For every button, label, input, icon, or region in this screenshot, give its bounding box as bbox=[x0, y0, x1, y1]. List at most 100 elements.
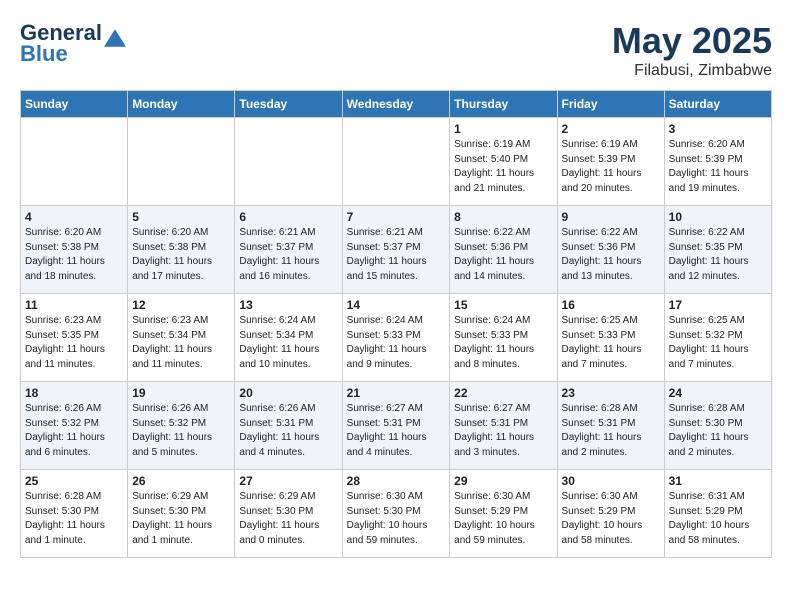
calendar-cell: 25 Sunrise: 6:28 AM Sunset: 5:30 PM Dayli… bbox=[21, 470, 128, 558]
day-number: 1 bbox=[454, 122, 552, 136]
day-number: 17 bbox=[669, 298, 767, 312]
calendar-cell: 6 Sunrise: 6:21 AM Sunset: 5:37 PM Daylig… bbox=[235, 206, 342, 294]
day-info: Sunrise: 6:26 AM Sunset: 5:32 PM Dayligh… bbox=[25, 402, 123, 460]
day-info: Sunrise: 6:24 AM Sunset: 5:33 PM Dayligh… bbox=[454, 314, 552, 372]
calendar-cell: 3 Sunrise: 6:20 AM Sunset: 5:39 PM Daylig… bbox=[664, 118, 771, 206]
day-info: Sunrise: 6:22 AM Sunset: 5:36 PM Dayligh… bbox=[562, 226, 660, 284]
calendar-cell: 1 Sunrise: 6:19 AM Sunset: 5:40 PM Daylig… bbox=[450, 118, 557, 206]
day-number: 10 bbox=[669, 210, 767, 224]
calendar-cell: 30 Sunrise: 6:30 AM Sunset: 5:29 PM Dayli… bbox=[557, 470, 664, 558]
day-info: Sunrise: 6:31 AM Sunset: 5:29 PM Dayligh… bbox=[669, 490, 767, 548]
day-info: Sunrise: 6:27 AM Sunset: 5:31 PM Dayligh… bbox=[454, 402, 552, 460]
day-info: Sunrise: 6:22 AM Sunset: 5:35 PM Dayligh… bbox=[669, 226, 767, 284]
day-info: Sunrise: 6:24 AM Sunset: 5:33 PM Dayligh… bbox=[347, 314, 446, 372]
weekday-header: Sunday bbox=[21, 91, 128, 118]
day-number: 30 bbox=[562, 474, 660, 488]
day-info: Sunrise: 6:26 AM Sunset: 5:32 PM Dayligh… bbox=[132, 402, 230, 460]
day-info: Sunrise: 6:29 AM Sunset: 5:30 PM Dayligh… bbox=[239, 490, 337, 548]
day-number: 5 bbox=[132, 210, 230, 224]
day-number: 2 bbox=[562, 122, 660, 136]
calendar-cell: 15 Sunrise: 6:24 AM Sunset: 5:33 PM Dayli… bbox=[450, 294, 557, 382]
day-info: Sunrise: 6:21 AM Sunset: 5:37 PM Dayligh… bbox=[239, 226, 337, 284]
weekday-header: Saturday bbox=[664, 91, 771, 118]
calendar-cell: 27 Sunrise: 6:29 AM Sunset: 5:30 PM Dayli… bbox=[235, 470, 342, 558]
calendar-cell: 28 Sunrise: 6:30 AM Sunset: 5:30 PM Dayli… bbox=[342, 470, 450, 558]
logo: General Blue bbox=[20, 20, 116, 67]
day-number: 26 bbox=[132, 474, 230, 488]
day-info: Sunrise: 6:29 AM Sunset: 5:30 PM Dayligh… bbox=[132, 490, 230, 548]
page-header: General Blue May 2025 Filabusi, Zimbabwe bbox=[20, 20, 772, 80]
day-info: Sunrise: 6:27 AM Sunset: 5:31 PM Dayligh… bbox=[347, 402, 446, 460]
calendar-cell: 9 Sunrise: 6:22 AM Sunset: 5:36 PM Daylig… bbox=[557, 206, 664, 294]
location: Filabusi, Zimbabwe bbox=[612, 62, 772, 80]
calendar-cell: 5Sunrise: 6:20 AM Sunset: 5:38 PM Daylig… bbox=[128, 206, 235, 294]
day-number: 23 bbox=[562, 386, 660, 400]
day-number: 12 bbox=[132, 298, 230, 312]
day-number: 21 bbox=[347, 386, 446, 400]
calendar-cell: 17Sunrise: 6:25 AM Sunset: 5:32 PM Dayli… bbox=[664, 294, 771, 382]
calendar-cell: 16 Sunrise: 6:25 AM Sunset: 5:33 PM Dayli… bbox=[557, 294, 664, 382]
day-info: Sunrise: 6:30 AM Sunset: 5:30 PM Dayligh… bbox=[347, 490, 446, 548]
day-info: Sunrise: 6:23 AM Sunset: 5:35 PM Dayligh… bbox=[25, 314, 123, 372]
calendar-cell: 22Sunrise: 6:27 AM Sunset: 5:31 PM Dayli… bbox=[450, 382, 557, 470]
calendar-cell: 7 Sunrise: 6:21 AM Sunset: 5:37 PM Daylig… bbox=[342, 206, 450, 294]
day-number: 28 bbox=[347, 474, 446, 488]
calendar-table: SundayMondayTuesdayWednesdayThursdayFrid… bbox=[20, 90, 772, 558]
month-title: May 2025 bbox=[612, 20, 772, 62]
logo-blue: Blue bbox=[20, 41, 116, 67]
calendar-week-row: 25 Sunrise: 6:28 AM Sunset: 5:30 PM Dayli… bbox=[21, 470, 772, 558]
day-number: 11 bbox=[25, 298, 123, 312]
day-number: 4 bbox=[25, 210, 123, 224]
calendar-cell: 20Sunrise: 6:26 AM Sunset: 5:31 PM Dayli… bbox=[235, 382, 342, 470]
day-info: Sunrise: 6:28 AM Sunset: 5:31 PM Dayligh… bbox=[562, 402, 660, 460]
day-info: Sunrise: 6:28 AM Sunset: 5:30 PM Dayligh… bbox=[25, 490, 123, 548]
day-number: 6 bbox=[239, 210, 337, 224]
day-info: Sunrise: 6:20 AM Sunset: 5:38 PM Dayligh… bbox=[25, 226, 123, 284]
day-number: 18 bbox=[25, 386, 123, 400]
calendar-cell: 26 Sunrise: 6:29 AM Sunset: 5:30 PM Dayli… bbox=[128, 470, 235, 558]
day-number: 16 bbox=[562, 298, 660, 312]
calendar-cell: 10 Sunrise: 6:22 AM Sunset: 5:35 PM Dayli… bbox=[664, 206, 771, 294]
day-info: Sunrise: 6:30 AM Sunset: 5:29 PM Dayligh… bbox=[562, 490, 660, 548]
calendar-cell: 13Sunrise: 6:24 AM Sunset: 5:34 PM Dayli… bbox=[235, 294, 342, 382]
weekday-header: Wednesday bbox=[342, 91, 450, 118]
day-info: Sunrise: 6:30 AM Sunset: 5:29 PM Dayligh… bbox=[454, 490, 552, 548]
day-number: 13 bbox=[239, 298, 337, 312]
day-number: 24 bbox=[669, 386, 767, 400]
calendar-week-row: 11 Sunrise: 6:23 AM Sunset: 5:35 PM Dayli… bbox=[21, 294, 772, 382]
calendar-cell: 31 Sunrise: 6:31 AM Sunset: 5:29 PM Dayli… bbox=[664, 470, 771, 558]
day-number: 25 bbox=[25, 474, 123, 488]
day-info: Sunrise: 6:21 AM Sunset: 5:37 PM Dayligh… bbox=[347, 226, 446, 284]
calendar-cell: 2 Sunrise: 6:19 AM Sunset: 5:39 PM Daylig… bbox=[557, 118, 664, 206]
day-number: 7 bbox=[347, 210, 446, 224]
calendar-week-row: 1 Sunrise: 6:19 AM Sunset: 5:40 PM Daylig… bbox=[21, 118, 772, 206]
day-info: Sunrise: 6:25 AM Sunset: 5:33 PM Dayligh… bbox=[562, 314, 660, 372]
day-number: 27 bbox=[239, 474, 337, 488]
calendar-cell: 29 Sunrise: 6:30 AM Sunset: 5:29 PM Dayli… bbox=[450, 470, 557, 558]
day-number: 9 bbox=[562, 210, 660, 224]
day-number: 8 bbox=[454, 210, 552, 224]
calendar-cell: 4 Sunrise: 6:20 AM Sunset: 5:38 PM Daylig… bbox=[21, 206, 128, 294]
weekday-header: Monday bbox=[128, 91, 235, 118]
day-number: 14 bbox=[347, 298, 446, 312]
calendar-cell: 11 Sunrise: 6:23 AM Sunset: 5:35 PM Dayli… bbox=[21, 294, 128, 382]
calendar-cell: 23 Sunrise: 6:28 AM Sunset: 5:31 PM Dayli… bbox=[557, 382, 664, 470]
day-info: Sunrise: 6:19 AM Sunset: 5:39 PM Dayligh… bbox=[562, 138, 660, 196]
weekday-header: Friday bbox=[557, 91, 664, 118]
calendar-week-row: 4 Sunrise: 6:20 AM Sunset: 5:38 PM Daylig… bbox=[21, 206, 772, 294]
day-info: Sunrise: 6:20 AM Sunset: 5:39 PM Dayligh… bbox=[669, 138, 767, 196]
calendar-cell: 19Sunrise: 6:26 AM Sunset: 5:32 PM Dayli… bbox=[128, 382, 235, 470]
day-number: 20 bbox=[239, 386, 337, 400]
day-number: 29 bbox=[454, 474, 552, 488]
calendar-cell: 8Sunrise: 6:22 AM Sunset: 5:36 PM Daylig… bbox=[450, 206, 557, 294]
day-number: 31 bbox=[669, 474, 767, 488]
day-number: 15 bbox=[454, 298, 552, 312]
day-info: Sunrise: 6:19 AM Sunset: 5:40 PM Dayligh… bbox=[454, 138, 552, 196]
calendar-week-row: 18 Sunrise: 6:26 AM Sunset: 5:32 PM Dayli… bbox=[21, 382, 772, 470]
weekday-header-row: SundayMondayTuesdayWednesdayThursdayFrid… bbox=[21, 91, 772, 118]
calendar-cell: 21 Sunrise: 6:27 AM Sunset: 5:31 PM Dayli… bbox=[342, 382, 450, 470]
day-number: 3 bbox=[669, 122, 767, 136]
calendar-cell: 18 Sunrise: 6:26 AM Sunset: 5:32 PM Dayli… bbox=[21, 382, 128, 470]
calendar-cell bbox=[128, 118, 235, 206]
calendar-cell: 24Sunrise: 6:28 AM Sunset: 5:30 PM Dayli… bbox=[664, 382, 771, 470]
